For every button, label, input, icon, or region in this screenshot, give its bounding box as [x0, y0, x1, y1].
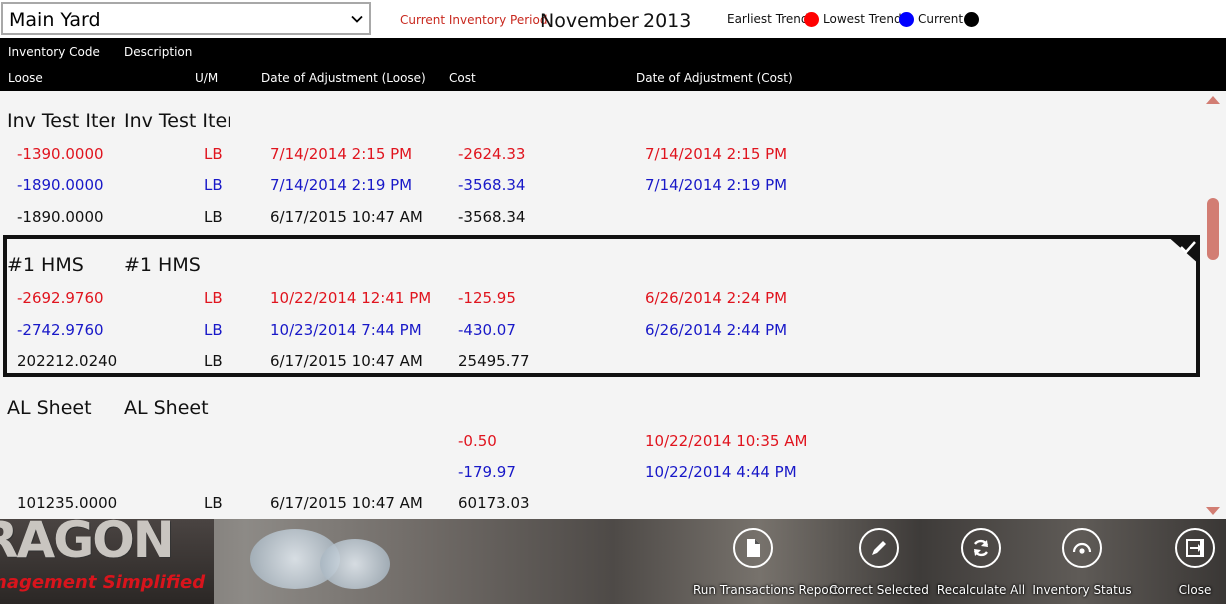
inventory-status-button[interactable]: Inventory Status — [1022, 528, 1142, 600]
inventory-list[interactable]: Inv Test Item Inv Test Item -1390.0000 L… — [0, 91, 1226, 519]
legend-earliest-dot — [804, 12, 819, 27]
date-cost-value: 10/22/2014 4:44 PM — [645, 463, 797, 481]
loose-value: 202212.0240 — [17, 352, 118, 370]
cost-value: -125.95 — [458, 289, 516, 307]
header-date-adj-loose: Date of Adjustment (Loose) — [261, 71, 426, 85]
logo-panel: RAGON nagement Simplified — [0, 519, 214, 604]
gauge-icon — [1072, 542, 1092, 554]
cost-value: 60173.03 — [458, 494, 530, 512]
um-value: LB — [204, 352, 223, 370]
item-code: AL Sheet — [7, 397, 92, 419]
legend-earliest-label: Earliest Trend — [727, 12, 809, 26]
header-inventory-code: Inventory Code — [8, 45, 100, 59]
legend-lowest-label: Lowest Trend — [823, 12, 902, 26]
loose-value: -1390.0000 — [17, 145, 104, 163]
close-label: Close — [1178, 583, 1212, 597]
loose-value: -1890.0000 — [17, 208, 104, 226]
item-description: Inv Test Item — [124, 110, 230, 132]
scrollbar-thumb[interactable] — [1207, 198, 1219, 260]
list-item[interactable]: Inv Test Item Inv Test Item -1390.0000 L… — [0, 110, 1200, 235]
cost-value: -179.97 — [458, 463, 516, 481]
pencil-icon — [872, 541, 886, 555]
yard-select-value: Main Yard — [9, 9, 101, 31]
run-transactions-report-button[interactable]: Run Transactions Report — [693, 528, 839, 600]
date-cost-value: 7/14/2014 2:19 PM — [645, 176, 788, 194]
period-month: November — [540, 10, 639, 32]
legend-lowest-dot — [899, 12, 914, 27]
top-bar: Main Yard Current Inventory Period Novem… — [0, 0, 1226, 38]
run-transactions-report-label: Run Transactions Report — [693, 583, 839, 597]
um-value: LB — [204, 321, 223, 339]
chevron-down-icon — [351, 15, 363, 23]
yard-select[interactable]: Main Yard — [1, 2, 371, 35]
date-cost-value: 6/26/2014 2:24 PM — [645, 289, 788, 307]
date-cost-value: 7/14/2014 2:15 PM — [645, 145, 788, 163]
list-item-selected[interactable]: #1 HMS #1 HMS -2692.9760 LB 10/22/2014 1… — [3, 235, 1200, 377]
column-header: Inventory Code Description Loose U/M Dat… — [0, 38, 1226, 91]
logo-sub-text: nagement Simplified — [0, 572, 206, 593]
list-item[interactable]: AL Sheet AL Sheet -0.50 10/22/2014 10:35… — [0, 397, 1200, 519]
loose-value: -2742.9760 — [17, 321, 104, 339]
cost-value: -430.07 — [458, 321, 516, 339]
legend-current-label: Current — [918, 12, 964, 26]
loose-value: -2692.9760 — [17, 289, 104, 307]
period-label: Current Inventory Period — [400, 13, 548, 27]
cost-value: -2624.33 — [458, 145, 526, 163]
selected-check-icon — [1166, 235, 1200, 265]
close-button[interactable]: Close — [1135, 528, 1226, 600]
logo-main-text: RAGON — [0, 519, 175, 569]
background-cloud-graphic — [320, 539, 390, 589]
um-value: LB — [204, 208, 223, 226]
um-value: LB — [204, 176, 223, 194]
date-loose-value: 6/17/2015 10:47 AM — [270, 352, 423, 370]
um-value: LB — [204, 494, 223, 512]
cost-value: 25495.77 — [458, 352, 530, 370]
scroll-down-arrow-icon[interactable] — [1205, 506, 1221, 516]
date-loose-value: 7/14/2014 2:15 PM — [270, 145, 413, 163]
um-value: LB — [204, 289, 223, 307]
date-loose-value: 7/14/2014 2:19 PM — [270, 176, 413, 194]
legend-current-dot — [964, 12, 979, 27]
header-um: U/M — [195, 71, 219, 85]
exit-icon — [1186, 539, 1204, 557]
date-loose-value: 10/22/2014 12:41 PM — [270, 289, 432, 307]
header-cost: Cost — [449, 71, 476, 85]
date-cost-value: 6/26/2014 2:44 PM — [645, 321, 788, 339]
document-icon — [747, 539, 760, 557]
cost-value: -3568.34 — [458, 208, 526, 226]
item-code: #1 HMS — [7, 254, 84, 276]
header-description: Description — [124, 45, 193, 59]
date-cost-value: 10/22/2014 10:35 AM — [645, 432, 808, 450]
item-code: Inv Test Item — [7, 110, 115, 132]
header-loose: Loose — [8, 71, 43, 85]
item-description: #1 HMS — [124, 254, 201, 276]
date-loose-value: 10/23/2014 7:44 PM — [270, 321, 422, 339]
loose-value: -1890.0000 — [17, 176, 104, 194]
cost-value: -3568.34 — [458, 176, 526, 194]
item-description: AL Sheet — [124, 397, 209, 419]
inventory-status-label: Inventory Status — [1032, 583, 1132, 597]
refresh-icon — [973, 539, 989, 557]
cost-value: -0.50 — [458, 432, 497, 450]
header-date-adj-cost: Date of Adjustment (Cost) — [636, 71, 793, 85]
date-loose-value: 6/17/2015 10:47 AM — [270, 208, 423, 226]
date-loose-value: 6/17/2015 10:47 AM — [270, 494, 423, 512]
app-bar: RAGON nagement Simplified Run Transactio… — [0, 519, 1226, 604]
loose-value: 101235.0000 — [17, 494, 118, 512]
period-year: 2013 — [643, 10, 692, 32]
um-value: LB — [204, 145, 223, 163]
scroll-up-arrow-icon[interactable] — [1205, 95, 1221, 105]
